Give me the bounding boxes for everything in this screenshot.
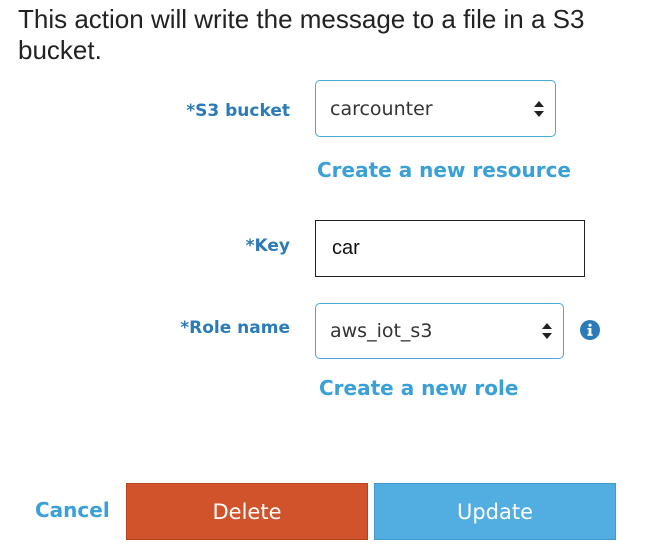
create-new-role-link[interactable]: Create a new role [319,376,518,400]
key-label: *Key [245,236,290,256]
dialog-heading: This action will write the message to a … [18,4,585,65]
info-icon[interactable] [580,320,600,340]
s3-bucket-label: *S3 bucket [186,101,290,121]
cancel-button[interactable]: Cancel [35,498,110,522]
key-value: car [332,237,360,259]
delete-button[interactable]: Delete [126,483,368,540]
update-button[interactable]: Update [374,483,616,540]
role-name-select[interactable]: aws_iot_s3 [315,303,564,359]
create-new-resource-link[interactable]: Create a new resource [317,158,571,182]
s3-bucket-value: carcounter [330,97,433,120]
role-name-label: *Role name [180,318,290,338]
updown-arrows-icon [534,100,544,117]
updown-arrows-icon [542,323,552,339]
role-name-value: aws_iot_s3 [330,320,433,342]
key-input[interactable]: car [315,220,585,277]
s3-bucket-select[interactable]: carcounter [315,80,556,137]
